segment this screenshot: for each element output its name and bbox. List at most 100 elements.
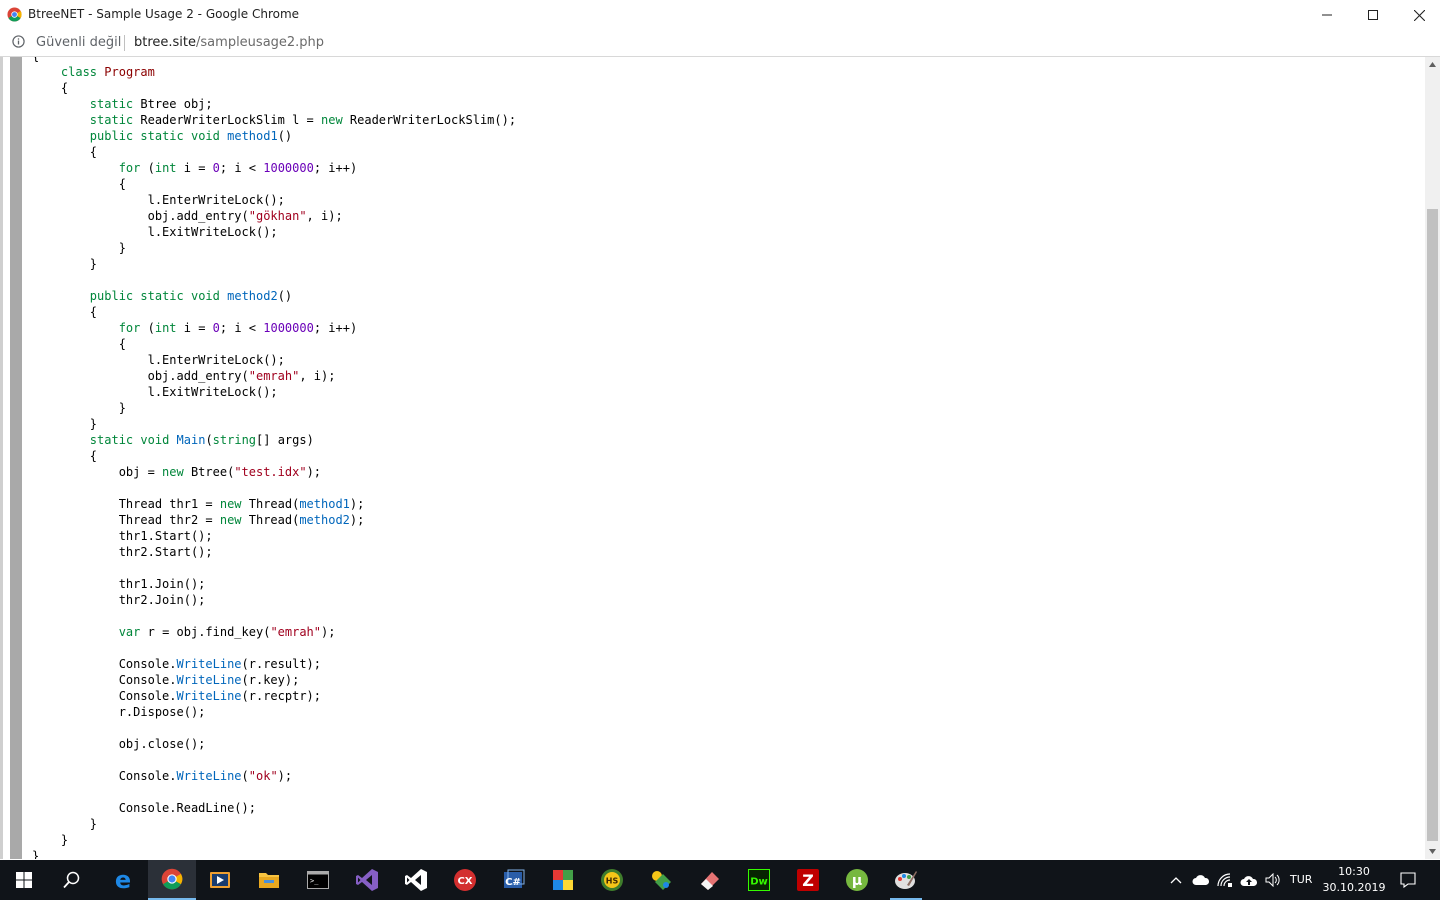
url-path: /sampleusage2.php	[196, 35, 325, 50]
url-host: btree.site	[134, 35, 197, 50]
code-line: {	[32, 337, 126, 351]
taskbar: e >_ CX C# HS Dw Z µ TUR 10:30 30.10.201…	[0, 860, 1440, 900]
start-icon	[16, 872, 32, 888]
start-button[interactable]	[0, 860, 48, 900]
minimize-icon	[1322, 14, 1332, 16]
code-line: Console.WriteLine(r.result);	[32, 657, 322, 671]
taskbar-paint[interactable]	[882, 860, 930, 900]
code-line: public static void method2()	[89, 289, 293, 303]
taskbar-utorrent[interactable]: µ	[833, 860, 881, 900]
search-button[interactable]	[48, 860, 96, 900]
code-line: }	[32, 257, 98, 271]
scroll-down-arrow-icon	[1429, 849, 1436, 854]
code-line: Thread thr2 = new Thread(method2);	[32, 513, 365, 527]
taskbar-dreamweaver[interactable]: Dw	[735, 860, 783, 900]
taskbar-eraser-app[interactable]	[686, 860, 734, 900]
taskbar-chrome[interactable]	[148, 860, 196, 900]
page-content: { class Program { static Btree obj; stat…	[0, 57, 1428, 859]
scroll-up-button[interactable]	[1425, 57, 1440, 72]
taskbar-mosaic-app[interactable]	[539, 860, 587, 900]
taskbar-filezilla[interactable]: Z	[784, 860, 832, 900]
code-line: {	[32, 57, 516, 64]
tray-volume[interactable]	[1262, 860, 1284, 900]
tray-onedrive[interactable]	[1190, 860, 1212, 900]
security-label[interactable]: Güvenli değil	[36, 35, 121, 50]
action-center-button[interactable]	[1396, 860, 1420, 900]
code-line: obj.add_entry("gökhan", i);	[32, 209, 343, 223]
taskbar-visual-studio-code[interactable]	[392, 860, 440, 900]
left-border	[0, 57, 3, 859]
taskbar-visual-studio[interactable]	[343, 860, 391, 900]
close-button[interactable]	[1396, 0, 1440, 30]
window-title: BtreeNET - Sample Usage 2 - Google Chrom…	[28, 7, 300, 21]
svg-text:>_: >_	[310, 877, 319, 885]
media-player-icon	[210, 872, 230, 888]
taskbar-csharp[interactable]: C#	[490, 860, 538, 900]
search-icon	[63, 871, 80, 889]
svg-text:CX: CX	[457, 876, 472, 887]
code-line: thr1.Start();	[32, 529, 213, 543]
code-line: r.Dispose();	[32, 705, 206, 719]
cx-icon: CX	[454, 869, 476, 891]
svg-text:µ: µ	[852, 873, 862, 889]
code-line: }	[32, 817, 98, 831]
input-language[interactable]: TUR	[1290, 873, 1312, 886]
taskbar-hs[interactable]: HS	[588, 860, 636, 900]
code-line: static Btree obj;	[89, 97, 213, 111]
taskbar-media-player[interactable]	[196, 860, 244, 900]
taskbar-terminal[interactable]: >_	[294, 860, 342, 900]
code-line: var r = obj.find_key("emrah");	[118, 625, 336, 639]
clock-time: 10:30	[1338, 865, 1370, 878]
code-line: Console.WriteLine(r.recptr);	[32, 689, 322, 703]
taskbar-edge[interactable]: e	[99, 860, 147, 900]
code-line: {	[32, 81, 69, 95]
info-icon[interactable]	[12, 35, 25, 48]
clock[interactable]: 10:30 30.10.2019	[1322, 864, 1386, 896]
address-bar[interactable]: Güvenli değil btree.site/sampleusage2.ph…	[0, 30, 1440, 57]
url-field[interactable]: btree.site/sampleusage2.php	[134, 35, 324, 50]
tray-cloud-upload[interactable]	[1238, 860, 1260, 900]
code-line: {	[32, 449, 98, 463]
scroll-down-button[interactable]	[1425, 844, 1440, 859]
code-line: l.ExitWriteLock();	[32, 225, 278, 239]
close-icon	[1413, 9, 1425, 21]
taskbar-file-explorer[interactable]	[245, 860, 293, 900]
taskbar-tools-app[interactable]	[637, 860, 685, 900]
tray-show-hidden[interactable]	[1166, 860, 1186, 900]
code-line: l.EnterWriteLock();	[32, 353, 285, 367]
svg-text:e: e	[115, 868, 131, 892]
paint-icon	[895, 871, 917, 889]
visual-studio-icon	[356, 869, 378, 891]
hs-icon: HS	[601, 869, 623, 891]
code-line: thr1.Join();	[32, 577, 206, 591]
chrome-logo-icon	[7, 7, 22, 22]
code-line: thr2.Start();	[32, 545, 213, 559]
code-line: {	[32, 305, 98, 319]
code-block: { class Program { static Btree obj; stat…	[32, 57, 516, 859]
code-line: for (int i = 0; i < 1000000; i++)	[118, 161, 358, 175]
maximize-button[interactable]	[1350, 0, 1396, 30]
chevron-up-icon	[1170, 877, 1182, 884]
code-line: }	[32, 417, 98, 431]
volume-icon	[1265, 873, 1280, 887]
code-line: l.EnterWriteLock();	[32, 193, 285, 207]
svg-text:Dw: Dw	[750, 877, 768, 888]
vertical-scrollbar[interactable]	[1425, 57, 1440, 859]
address-separator	[124, 35, 125, 51]
code-line: Console.ReadLine();	[32, 801, 256, 815]
taskbar-cx[interactable]: CX	[441, 860, 489, 900]
title-bar[interactable]: BtreeNET - Sample Usage 2 - Google Chrom…	[0, 0, 1440, 31]
cloud-icon	[1192, 874, 1210, 885]
scroll-thumb[interactable]	[1427, 209, 1438, 841]
code-line: l.ExitWriteLock();	[32, 385, 278, 399]
tray-network[interactable]	[1214, 860, 1236, 900]
minimize-button[interactable]	[1304, 0, 1350, 30]
code-line: }	[32, 241, 126, 255]
